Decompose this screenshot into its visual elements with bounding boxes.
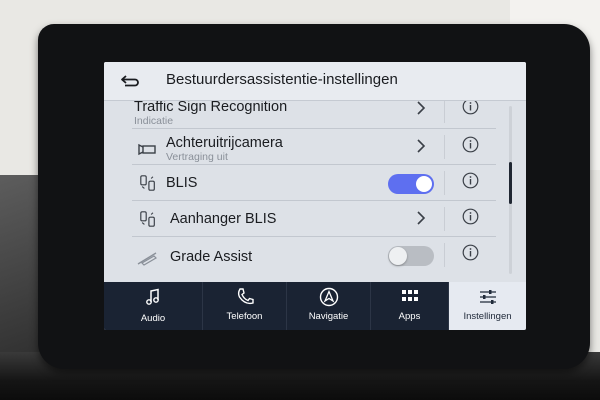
infotainment-screen: Bestuurdersassistentie-instellingen Traf… <box>104 62 526 330</box>
phone-icon <box>237 288 254 305</box>
settings-list: Traffic Sign Recognition Indicatie Achte… <box>104 101 526 282</box>
chevron-right-icon <box>417 211 426 225</box>
nav-apps[interactable]: Apps <box>371 282 449 330</box>
nav-label: Apps <box>398 311 421 322</box>
row-divider <box>444 207 445 231</box>
settings-sliders-icon <box>479 290 496 304</box>
toggle-knob <box>389 247 407 265</box>
camera-icon <box>138 143 156 156</box>
row-label: Aanhanger BLIS <box>170 211 277 227</box>
bottom-navigation: Audio Telefoon Navigatie Apps Instelling… <box>104 282 526 330</box>
trailer-blind-spot-icon <box>140 211 155 227</box>
navigation-icon <box>319 287 338 307</box>
nav-label: Telefoon <box>226 311 263 322</box>
row-label: Traffic Sign Recognition <box>134 101 288 115</box>
list-item-blis[interactable]: BLIS <box>104 165 504 201</box>
row-label: Grade Assist <box>170 249 253 265</box>
music-note-icon <box>146 288 159 305</box>
row-divider <box>444 243 445 267</box>
info-icon[interactable] <box>462 172 479 189</box>
list-item-trailer-blis[interactable]: Aanhanger BLIS <box>104 201 504 237</box>
row-divider <box>444 101 445 123</box>
nav-audio[interactable]: Audio <box>104 282 203 330</box>
incline-icon <box>137 252 157 266</box>
blis-toggle[interactable] <box>388 174 434 194</box>
row-label: Achteruitrijcamera <box>166 135 283 151</box>
list-item-traffic-sign-recognition[interactable]: Traffic Sign Recognition Indicatie <box>104 101 504 129</box>
back-arrow-icon <box>121 75 139 87</box>
list-item-grade-assist[interactable]: Grade Assist <box>104 237 504 273</box>
info-icon[interactable] <box>462 101 479 115</box>
scroll-thumb[interactable] <box>509 162 512 204</box>
nav-label: Instellingen <box>463 311 512 322</box>
row-divider <box>444 171 445 195</box>
blind-spot-icon <box>140 175 155 191</box>
nav-settings[interactable]: Instellingen <box>449 282 526 330</box>
grade-assist-toggle[interactable] <box>388 246 434 266</box>
row-subtitle: Indicatie <box>134 115 174 127</box>
info-icon[interactable] <box>462 244 479 261</box>
page-title: Bestuurdersassistentie-instellingen <box>166 71 398 88</box>
nav-label: Audio <box>140 313 166 324</box>
chevron-right-icon <box>417 139 426 153</box>
back-button[interactable] <box>114 68 148 94</box>
row-label: BLIS <box>166 175 198 191</box>
row-subtitle: Vertraging uit <box>166 151 228 163</box>
nav-phone[interactable]: Telefoon <box>203 282 287 330</box>
chevron-right-icon <box>417 101 426 115</box>
info-icon[interactable] <box>462 208 479 225</box>
info-icon[interactable] <box>462 136 479 153</box>
row-divider <box>444 135 445 159</box>
apps-grid-icon <box>401 290 418 301</box>
list-item-rear-camera[interactable]: Achteruitrijcamera Vertraging uit <box>104 129 504 165</box>
header-bar: Bestuurdersassistentie-instellingen <box>104 62 526 101</box>
nav-navigation[interactable]: Navigatie <box>287 282 371 330</box>
nav-label: Navigatie <box>308 311 349 322</box>
scrollbar[interactable] <box>509 106 512 274</box>
toggle-knob <box>416 176 432 192</box>
